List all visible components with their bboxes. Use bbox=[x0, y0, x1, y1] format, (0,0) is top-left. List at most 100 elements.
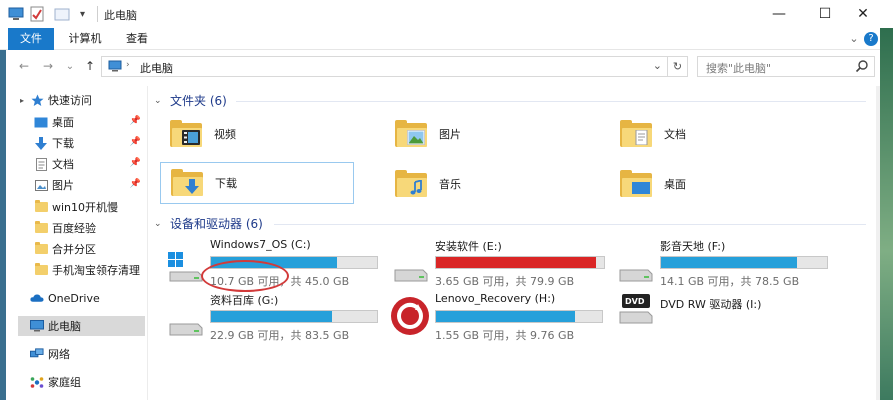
sidebar-item-this-pc[interactable]: 此电脑 bbox=[18, 316, 145, 336]
help-icon[interactable]: ? bbox=[864, 32, 878, 46]
star-icon bbox=[30, 93, 44, 107]
folder-item-pictures[interactable]: 图片 bbox=[395, 114, 585, 154]
minimize-button[interactable]: — bbox=[756, 0, 802, 28]
drive-name: Windows7_OS (C:) bbox=[210, 238, 311, 251]
ribbon-collapse-icon[interactable]: ⌄ bbox=[846, 28, 862, 50]
drive-name: Lenovo_Recovery (H:) bbox=[435, 292, 556, 305]
usage-fill bbox=[661, 257, 798, 268]
group-divider bbox=[274, 224, 866, 225]
this-pc-icon bbox=[108, 60, 122, 72]
breadcrumb-separator-icon: › bbox=[126, 60, 130, 70]
pin-icon[interactable]: 📌 bbox=[130, 179, 141, 189]
new-folder-icon[interactable] bbox=[54, 5, 70, 23]
folder-label: 桌面 bbox=[664, 178, 686, 191]
tab-computer[interactable]: 计算机 bbox=[60, 28, 110, 50]
sidebar-item-downloads[interactable]: 下载 📌 bbox=[18, 133, 145, 153]
sidebar-item-folder[interactable]: win10开机慢 bbox=[18, 197, 145, 217]
sidebar-item-homegroup[interactable]: 家庭组 bbox=[18, 372, 145, 392]
folders-group-header[interactable]: ⌄ 文件夹 (6) bbox=[154, 92, 227, 109]
sidebar-label: 文档 bbox=[52, 158, 74, 171]
content-pane: ⌄ 文件夹 (6) 视频 图片 文档 下载 音乐 桌面 ⌄ 设备和驱动器 (6)… bbox=[150, 86, 876, 400]
sidebar-item-folder[interactable]: 百度经验 bbox=[18, 218, 145, 238]
sidebar-label: 下载 bbox=[52, 137, 74, 150]
pin-icon[interactable]: 📌 bbox=[130, 158, 141, 168]
address-path[interactable]: 此电脑 bbox=[140, 60, 173, 76]
address-bar[interactable]: › 此电脑 ⌄ bbox=[101, 56, 668, 77]
tab-file[interactable]: 文件 bbox=[8, 28, 54, 50]
windows-drive-icon bbox=[168, 252, 203, 282]
properties-icon[interactable] bbox=[30, 5, 44, 23]
drive-i[interactable]: DVD DVD RW 驱动器 (I:) bbox=[618, 292, 838, 342]
folder-item-downloads[interactable]: 下载 bbox=[160, 162, 354, 204]
drive-name: DVD RW 驱动器 (I:) bbox=[660, 298, 762, 311]
folder-icon bbox=[34, 221, 48, 235]
drive-name: 影音天地 (F:) bbox=[660, 240, 726, 253]
recent-locations-button[interactable]: ⌄ bbox=[62, 58, 78, 74]
group-divider bbox=[236, 101, 866, 102]
drive-f[interactable]: 影音天地 (F:) 14.1 GB 可用，共 78.5 GB bbox=[618, 238, 838, 288]
sidebar-item-onedrive[interactable]: OneDrive bbox=[18, 288, 145, 308]
back-button[interactable]: ← bbox=[16, 58, 32, 74]
sidebar-label: 此电脑 bbox=[48, 320, 81, 333]
sidebar-item-network[interactable]: 网络 bbox=[18, 344, 145, 364]
folder-icon bbox=[34, 263, 48, 277]
devices-group-header[interactable]: ⌄ 设备和驱动器 (6) bbox=[154, 215, 263, 232]
search-icon[interactable] bbox=[855, 59, 869, 73]
usage-bar bbox=[210, 310, 378, 323]
folder-label: 文档 bbox=[664, 128, 686, 141]
computer-icon[interactable] bbox=[8, 5, 24, 23]
sidebar-item-pictures[interactable]: 图片 📌 bbox=[18, 175, 145, 195]
collapse-chevron-icon[interactable]: ⌄ bbox=[154, 96, 164, 106]
documents-folder-icon bbox=[620, 120, 654, 148]
hard-drive-icon bbox=[619, 269, 653, 282]
address-dropdown-icon[interactable]: ⌄ bbox=[653, 59, 662, 72]
drive-free-space: 14.1 GB 可用，共 78.5 GB bbox=[660, 275, 800, 288]
desktop-folder-icon bbox=[620, 170, 654, 198]
usage-fill bbox=[436, 311, 576, 322]
annotation-circle bbox=[201, 260, 289, 292]
sidebar-item-desktop[interactable]: 桌面 📌 bbox=[18, 112, 145, 132]
group-title: 文件夹 (6) bbox=[170, 94, 227, 108]
sidebar-item-folder[interactable]: 合并分区 bbox=[18, 239, 145, 259]
this-pc-icon bbox=[30, 319, 44, 333]
pin-icon[interactable]: 📌 bbox=[130, 116, 141, 126]
navigation-pane: ▸ 快速访问 桌面 📌 下载 📌 文档 📌 图片 📌 win10开机慢 百度经验… bbox=[18, 86, 148, 400]
sidebar-item-quick-access[interactable]: ▸ 快速访问 bbox=[18, 90, 145, 110]
drive-h[interactable]: Lenovo_Recovery (H:) 1.55 GB 可用，共 9.76 G… bbox=[388, 292, 613, 342]
drive-free-space: 22.9 GB 可用，共 83.5 GB bbox=[210, 329, 350, 342]
sidebar-item-documents[interactable]: 文档 📌 bbox=[18, 154, 145, 174]
drive-name: 资料百库 (G:) bbox=[210, 294, 279, 307]
drive-g[interactable]: 资料百库 (G:) 22.9 GB 可用，共 83.5 GB bbox=[168, 292, 378, 342]
sidebar-item-folder[interactable]: 手机淘宝领存清理 bbox=[18, 260, 145, 280]
drive-e[interactable]: 安装软件 (E:) 3.65 GB 可用，共 79.9 GB bbox=[393, 238, 613, 288]
cloud-icon bbox=[30, 291, 44, 305]
title-separator bbox=[97, 6, 98, 22]
collapse-chevron-icon[interactable]: ⌄ bbox=[154, 219, 164, 229]
usage-bar bbox=[660, 256, 828, 269]
customize-toolbar-icon[interactable]: ▾ bbox=[80, 5, 85, 23]
homegroup-icon bbox=[30, 375, 44, 389]
expand-arrow-icon[interactable]: ▸ bbox=[20, 96, 30, 105]
folder-icon bbox=[34, 242, 48, 256]
content-scrollbar[interactable] bbox=[876, 86, 880, 400]
usage-bar bbox=[435, 256, 605, 269]
folder-item-music[interactable]: 音乐 bbox=[395, 164, 585, 204]
forward-button[interactable]: → bbox=[40, 58, 56, 74]
address-row: ← → ⌄ ↑ › 此电脑 ⌄ ↻ 搜索"此电脑" bbox=[0, 50, 893, 82]
usage-fill bbox=[436, 257, 596, 268]
folder-icon bbox=[34, 200, 48, 214]
refresh-button[interactable]: ↻ bbox=[668, 56, 688, 77]
sidebar-label: 桌面 bbox=[52, 116, 74, 129]
close-button[interactable]: ✕ bbox=[840, 0, 886, 28]
folder-label: 图片 bbox=[439, 128, 461, 141]
search-input[interactable]: 搜索"此电脑" bbox=[697, 56, 875, 77]
up-button[interactable]: ↑ bbox=[82, 58, 98, 74]
folder-item-desktop[interactable]: 桌面 bbox=[620, 164, 810, 204]
pin-icon[interactable]: 📌 bbox=[130, 137, 141, 147]
tab-view[interactable]: 查看 bbox=[118, 28, 156, 50]
sidebar-label: 网络 bbox=[48, 348, 70, 361]
folder-item-videos[interactable]: 视频 bbox=[170, 114, 360, 154]
folder-item-documents[interactable]: 文档 bbox=[620, 114, 810, 154]
group-title: 设备和驱动器 (6) bbox=[170, 217, 263, 231]
sidebar-label: win10开机慢 bbox=[52, 201, 119, 214]
